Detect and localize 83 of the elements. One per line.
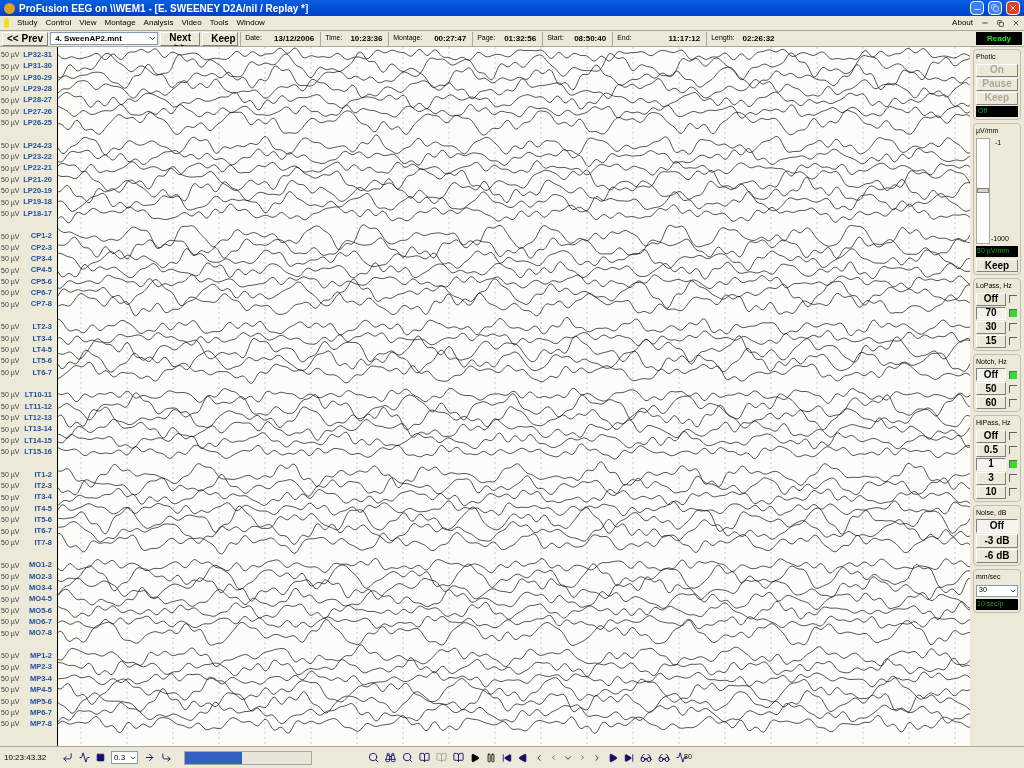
- minimize-button[interactable]: [970, 1, 984, 15]
- skip-back-icon: [502, 752, 512, 763]
- book-icon: [419, 752, 430, 763]
- menu-item[interactable]: Video: [181, 17, 202, 29]
- restore-icon: [991, 4, 999, 12]
- play-icon: [470, 752, 480, 763]
- chevron-right-icon: [592, 752, 602, 763]
- checkbox[interactable]: [1009, 474, 1017, 482]
- checkbox[interactable]: [1009, 337, 1017, 345]
- keep-button[interactable]: Keep: [202, 31, 239, 46]
- filter-button[interactable]: 10: [976, 485, 1006, 499]
- chevron-left-icon: [534, 752, 544, 763]
- filter-button[interactable]: 3: [976, 471, 1006, 485]
- checkbox[interactable]: [1009, 370, 1017, 379]
- noise-button[interactable]: -3 dB: [976, 534, 1018, 548]
- checkbox[interactable]: [1009, 460, 1017, 468]
- checkbox[interactable]: [1009, 432, 1017, 440]
- filter-button[interactable]: 60: [976, 396, 1006, 409]
- bulb-icon: [4, 18, 9, 28]
- slider-thumb[interactable]: [977, 188, 989, 193]
- close-button[interactable]: [1006, 1, 1020, 15]
- pause-icon: [486, 752, 496, 763]
- noise-button[interactable]: -6 dB: [976, 549, 1018, 563]
- close-icon: [1008, 3, 1018, 13]
- window-title: ProFusion EEG on \\WEM1 - [E. SWEENEY D2A/nil / Replay *]: [19, 1, 310, 16]
- menu-item[interactable]: View: [79, 17, 97, 29]
- filter-button[interactable]: 50: [976, 382, 1006, 395]
- chevron-right-icon: [579, 754, 586, 761]
- checkbox[interactable]: [1009, 446, 1017, 454]
- status-display: Ready: [976, 32, 1022, 45]
- menu-item[interactable]: Tools: [209, 17, 229, 29]
- stop-icon: [96, 753, 105, 762]
- field-value: 11:17:12: [668, 32, 701, 45]
- search-icon: [402, 752, 413, 763]
- prev-button[interactable]: << Prev: [2, 31, 49, 46]
- checkbox[interactable]: [1009, 384, 1017, 393]
- checkbox[interactable]: [1009, 488, 1017, 496]
- time-display: 10:23:43.32: [4, 751, 48, 764]
- filter-button[interactable]: 70: [976, 306, 1006, 320]
- menu-item[interactable]: Montage: [104, 17, 136, 29]
- filter-button[interactable]: 0.5: [976, 443, 1006, 457]
- checkbox[interactable]: [1009, 309, 1017, 317]
- menu-item[interactable]: Window: [236, 17, 265, 29]
- checkbox[interactable]: [1009, 398, 1017, 407]
- menu-item[interactable]: Study: [17, 17, 38, 29]
- keep-button[interactable]: Keep: [976, 259, 1018, 272]
- field-value: 02:26:32: [742, 32, 775, 45]
- menu-item[interactable]: Analysis: [143, 17, 174, 29]
- close-icon: [1012, 19, 1020, 27]
- filter-button[interactable]: Off: [976, 292, 1006, 306]
- filter-button[interactable]: Off: [976, 368, 1006, 381]
- restore-button[interactable]: [988, 1, 1002, 15]
- checkbox[interactable]: [1009, 295, 1017, 303]
- app-icon: [4, 2, 15, 14]
- binoculars-icon: [385, 752, 396, 763]
- search-icon: [368, 752, 379, 763]
- glasses-icon: [640, 751, 652, 764]
- return-icon: [62, 752, 73, 763]
- slider-track[interactable]: [976, 138, 990, 244]
- checkbox[interactable]: [1009, 323, 1017, 331]
- chevron-left-icon: [550, 754, 557, 761]
- noise-button[interactable]: Off: [976, 519, 1018, 533]
- skip-forward-icon: [624, 752, 634, 763]
- step-dropdown[interactable]: 0.3: [111, 751, 138, 764]
- filter-button[interactable]: 15: [976, 334, 1006, 348]
- back-icon: [518, 752, 528, 763]
- field-value: 08:50:40: [574, 32, 607, 45]
- forward-icon: [608, 752, 618, 763]
- restore-icon: [997, 19, 1004, 27]
- filter-button[interactable]: Off: [976, 429, 1006, 443]
- filter-button[interactable]: 30: [976, 320, 1006, 334]
- field-value: 01:32:56: [504, 32, 537, 45]
- book-icon: [453, 752, 464, 763]
- menu-item[interactable]: Control: [45, 17, 72, 29]
- glasses-icon: [658, 751, 670, 764]
- filter-button[interactable]: 1: [976, 457, 1006, 471]
- menu-item[interactable]: About: [952, 17, 973, 29]
- field-value: 10:23:36: [350, 32, 383, 45]
- field-value: 00:27:47: [434, 32, 467, 45]
- book-icon: [436, 752, 447, 763]
- field-value: 13/12/2006: [274, 32, 315, 45]
- montage-dropdown[interactable]: 4. SweenAP2.mnt: [50, 32, 159, 45]
- return-icon: [161, 752, 172, 763]
